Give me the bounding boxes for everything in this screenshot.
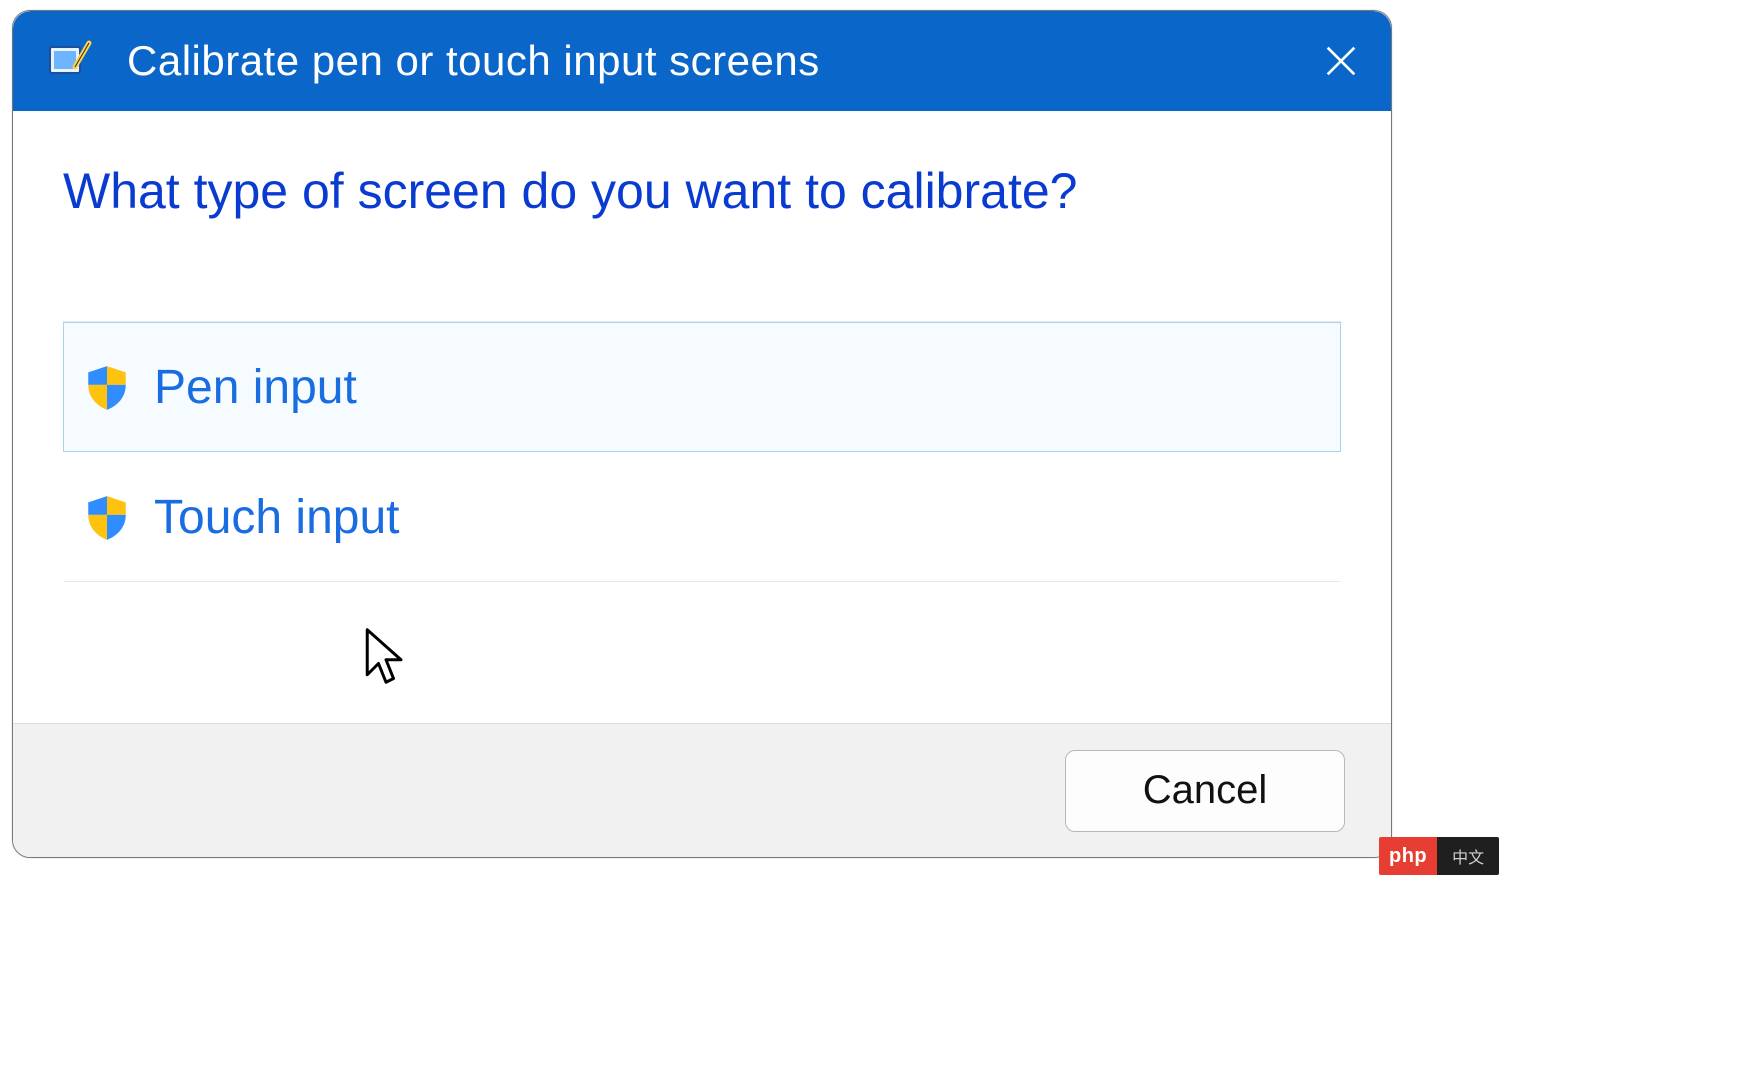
dialog-footer: Cancel	[13, 723, 1391, 857]
badge-left: php	[1379, 837, 1437, 875]
option-pen-input[interactable]: Pen input	[63, 322, 1341, 452]
watermark-badge: php 中文	[1379, 837, 1499, 875]
titlebar: Calibrate pen or touch input screens	[13, 11, 1391, 111]
cancel-label: Cancel	[1143, 768, 1268, 813]
window-title: Calibrate pen or touch input screens	[127, 37, 1311, 85]
option-touch-input[interactable]: Touch input	[63, 452, 1341, 582]
cancel-button[interactable]: Cancel	[1065, 750, 1345, 832]
option-label: Touch input	[154, 490, 400, 545]
option-label: Pen input	[154, 360, 357, 415]
dialog-heading: What type of screen do you want to calib…	[63, 161, 1341, 221]
close-icon	[1321, 41, 1361, 81]
dialog-content: What type of screen do you want to calib…	[13, 111, 1391, 725]
tablet-calibration-icon	[45, 37, 93, 85]
option-list: Pen input Touch input	[63, 321, 1341, 582]
calibration-dialog: Calibrate pen or touch input screens Wha…	[12, 10, 1392, 858]
close-button[interactable]	[1311, 31, 1371, 91]
badge-right: 中文	[1437, 837, 1499, 875]
uac-shield-icon	[82, 362, 132, 412]
uac-shield-icon	[82, 492, 132, 542]
